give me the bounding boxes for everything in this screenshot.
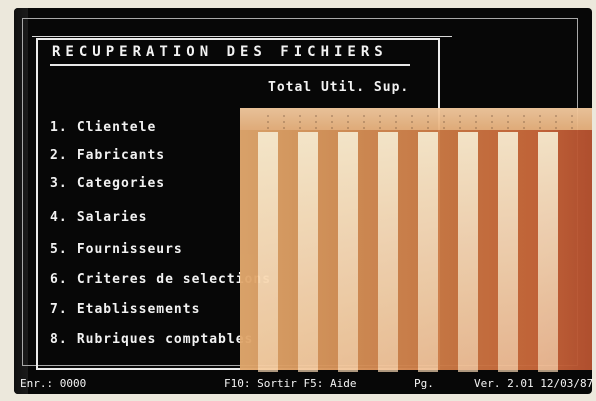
menu-item-label: Fabricants — [76, 148, 166, 163]
menu-item-number: 1. — [50, 120, 68, 135]
menu-item-label: Salaries — [76, 210, 148, 225]
overlay-stripe — [258, 132, 278, 372]
menu-item-criteres[interactable]: 6. Criteres de selections — [50, 272, 271, 287]
status-left: Enr.: 0000 — [20, 377, 87, 390]
overlay-stripe — [418, 132, 438, 372]
status-bar: Enr.: 0000 F10: Sortir F5: Aide Pg. Ver.… — [14, 374, 592, 394]
column-headers: Total Util. Sup. — [268, 80, 410, 95]
menu-item-salaries[interactable]: 4. Salaries — [50, 210, 147, 225]
menu-item-label: Fournisseurs — [76, 242, 183, 257]
overlay-stripe — [458, 132, 478, 372]
menu-item-categories[interactable]: 3. Categories — [50, 176, 165, 191]
terminal-screen: RECUPERATION DES FICHIERS Total Util. Su… — [14, 8, 592, 394]
status-middle: F10: Sortir F5: Aide — [224, 377, 357, 390]
overlay-stripe — [538, 132, 558, 372]
menu-item-label: Categories — [76, 176, 166, 191]
menu-item-number: 8. — [50, 332, 68, 347]
status-right: Ver. 2.01 12/03/87 — [474, 377, 592, 390]
menu-item-number: 4. — [50, 210, 68, 225]
menu-item-clientele[interactable]: 1. Clientele — [50, 120, 156, 135]
highlight-overlay — [240, 108, 592, 372]
overlay-stripe — [378, 132, 398, 372]
overlay-stripe — [498, 132, 518, 372]
overlay-stripe — [338, 132, 358, 372]
menu-item-number: 5. — [50, 242, 68, 257]
menu-item-label: Clientele — [76, 120, 157, 135]
menu-item-fabricants[interactable]: 2. Fabricants — [50, 148, 165, 163]
menu-item-number: 6. — [50, 272, 68, 287]
menu-item-fournisseurs[interactable]: 5. Fournisseurs — [50, 242, 183, 257]
overlay-dot-pattern — [260, 113, 580, 131]
menu-item-number: 3. — [50, 176, 68, 191]
menu-item-rubriques[interactable]: 8. Rubriques comptables — [50, 332, 253, 347]
menu-item-etablissements[interactable]: 7. Etablissements — [50, 302, 200, 317]
status-page: Pg. — [414, 377, 434, 390]
title-underline — [50, 64, 410, 66]
menu-item-label: Etablissements — [76, 302, 201, 317]
menu-title: RECUPERATION DES FICHIERS — [52, 44, 388, 60]
menu-item-number: 7. — [50, 302, 68, 317]
overlay-stripe — [298, 132, 318, 372]
menu-item-label: Rubriques comptables — [76, 332, 254, 347]
menu-item-number: 2. — [50, 148, 68, 163]
